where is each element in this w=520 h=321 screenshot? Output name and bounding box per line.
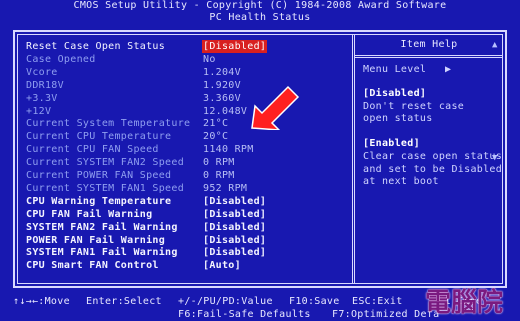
- setting-value[interactable]: [Auto]: [203, 259, 241, 272]
- setting-value: 1.920V: [203, 79, 241, 91]
- setting-row[interactable]: SYSTEM FAN2 Fail Warning [Disabled]: [26, 221, 351, 234]
- legend-value: +/-/PU/PD:Value: [178, 296, 273, 307]
- setting-value: 0 RPM: [203, 157, 235, 169]
- help-line: Clear case open status: [363, 151, 503, 162]
- setting-row: Current CPU FAN Speed 1140 RPM: [26, 143, 351, 156]
- setting-label: Current System Temperature: [26, 118, 191, 130]
- setting-label: DDR18V: [26, 79, 64, 91]
- setting-value: 0 RPM: [203, 170, 235, 181]
- scroll-down-icon[interactable]: ▼: [492, 153, 500, 163]
- help-line: open status: [363, 113, 433, 125]
- legend-move: ↑↓→←:Move: [13, 296, 70, 307]
- setting-label: CPU Warning Temperature: [26, 195, 172, 207]
- setting-label: CPU FAN Fail Warning: [26, 208, 153, 220]
- setting-row: Case Opened No: [26, 53, 351, 66]
- setting-row: Current CPU Temperature 20°C: [26, 130, 351, 143]
- panel-divider: [352, 34, 355, 284]
- setting-label: +3.3V: [26, 92, 58, 104]
- menu-level-label: Menu Level: [363, 64, 427, 75]
- setting-label: Current CPU FAN Speed: [26, 144, 159, 156]
- setting-row[interactable]: SYSTEM FAN1 Fail Warning [Disabled]: [26, 246, 351, 259]
- setting-value[interactable]: [Disabled]: [203, 221, 266, 234]
- help-line: [Disabled]: [363, 88, 427, 99]
- page-title: PC Health Status: [209, 12, 311, 23]
- setting-value: 3.360V: [203, 92, 241, 104]
- setting-label: POWER FAN Fail Warning: [26, 234, 166, 246]
- help-line: and set to be Disabled: [363, 163, 503, 175]
- help-header-divider: [355, 55, 503, 58]
- setting-row: Vcore 1.204V: [26, 66, 351, 79]
- setting-label: Current SYSTEM FAN1 Speed: [26, 182, 185, 194]
- setting-row: Current System Temperature 21°C: [26, 117, 351, 130]
- setting-label: Reset Case Open Status: [26, 41, 166, 52]
- setting-value[interactable]: [Disabled]: [203, 195, 266, 208]
- help-line: [Enabled]: [363, 138, 420, 150]
- setting-row[interactable]: CPU Warning Temperature [Disabled]: [26, 195, 351, 208]
- setting-label: Current CPU Temperature: [26, 131, 172, 143]
- setting-value: 952 RPM: [203, 182, 248, 194]
- setting-value: No: [203, 53, 216, 65]
- setting-label: Current POWER FAN Speed: [26, 170, 172, 181]
- setting-row[interactable]: POWER FAN Fail Warning [Disabled]: [26, 234, 351, 247]
- legend-select: Enter:Select: [86, 296, 162, 307]
- setting-row: Current SYSTEM FAN1 Speed 952 RPM: [26, 182, 351, 195]
- setting-row[interactable]: Reset Case Open Status [Disabled]: [26, 40, 351, 53]
- setting-row: DDR18V 1.920V: [26, 79, 351, 92]
- setting-value: 21°C: [203, 118, 229, 130]
- setting-label: Vcore: [26, 66, 58, 78]
- setting-row[interactable]: CPU FAN Fail Warning [Disabled]: [26, 208, 351, 221]
- legend-save: F10:Save: [289, 296, 340, 307]
- setting-label: +12V: [26, 105, 52, 117]
- setting-row[interactable]: CPU Smart FAN Control [Auto]: [26, 259, 351, 272]
- menu-level-arrow-icon: ▶: [445, 64, 452, 75]
- setting-label: SYSTEM FAN2 Fail Warning: [26, 221, 178, 233]
- legend-failsafe: F6:Fail-Safe Defaults: [178, 309, 311, 320]
- setting-row: Current POWER FAN Speed 0 RPM: [26, 169, 351, 182]
- setting-value[interactable]: [Disabled]: [203, 246, 266, 259]
- setting-value[interactable]: [Disabled]: [203, 234, 266, 247]
- setting-label: Current SYSTEM FAN2 Speed: [26, 157, 185, 169]
- setting-label: SYSTEM FAN1 Fail Warning: [26, 247, 178, 259]
- setting-label: Case Opened: [26, 53, 96, 65]
- setting-label: CPU Smart FAN Control: [26, 260, 159, 272]
- setting-row: +3.3V 3.360V: [26, 92, 351, 105]
- setting-row: Current SYSTEM FAN2 Speed 0 RPM: [26, 156, 351, 169]
- setting-value[interactable]: [Disabled]: [202, 40, 268, 53]
- help-line: Don't reset case: [363, 100, 465, 112]
- annotation-arrow-icon: [251, 85, 300, 130]
- setting-row: +12V 12.048V: [26, 105, 351, 118]
- legend-exit: ESC:Exit: [352, 296, 403, 307]
- help-line: at next boot: [363, 176, 439, 188]
- setting-value[interactable]: [Disabled]: [203, 208, 266, 221]
- setting-value: 1140 RPM: [203, 144, 254, 156]
- setting-value: 20°C: [203, 131, 229, 143]
- help-title: Item Help: [400, 39, 458, 50]
- bios-screen: CMOS Setup Utility - Copyright (C) 1984-…: [0, 0, 520, 320]
- watermark-logo: 電腦院: [424, 288, 503, 318]
- scroll-up-icon[interactable]: ▲: [492, 40, 500, 50]
- setting-value: 12.048V: [203, 105, 248, 117]
- setting-value: 1.204V: [203, 66, 241, 78]
